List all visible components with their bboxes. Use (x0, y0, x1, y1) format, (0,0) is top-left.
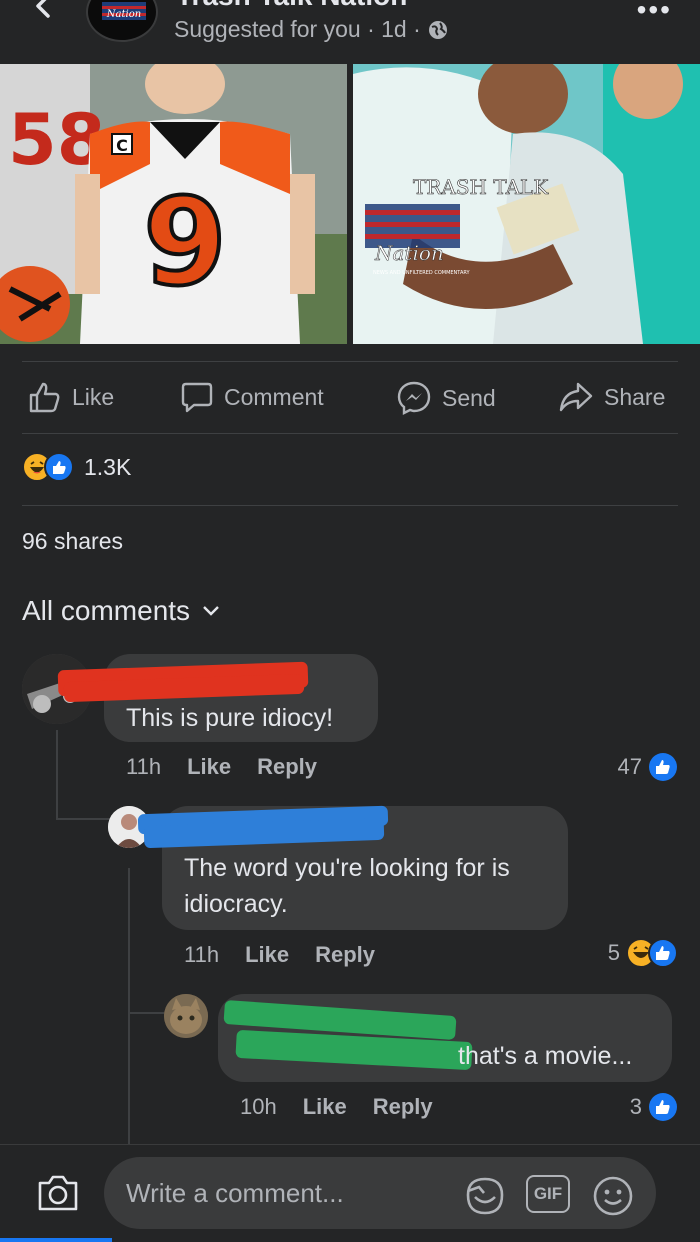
comments-filter-label: All comments (22, 595, 191, 626)
post-header: Nation Trash Talk Nation Suggested for y… (0, 0, 700, 60)
comment-reply-button[interactable]: Reply (257, 754, 317, 780)
post-photos[interactable]: 58 9 C TRASH TALK Nation NEWS AND UNFILT… (0, 64, 700, 344)
like-reaction-icon (649, 753, 677, 781)
comment-time: 11h (184, 942, 220, 967)
divider (22, 433, 678, 434)
player-photo-left: 58 9 C (0, 64, 347, 344)
camera-icon[interactable] (36, 1173, 80, 1213)
reaction-summary[interactable]: 1.3K (22, 452, 131, 482)
comment-input[interactable] (104, 1157, 656, 1229)
avatar-sticker-icon[interactable] (462, 1175, 508, 1217)
comment-bubble-icon (181, 382, 213, 413)
page-logo: Nation (102, 2, 146, 20)
divider (22, 361, 678, 362)
watermark-text: TRASH TALK (413, 175, 549, 199)
more-options-icon[interactable]: ••• (637, 0, 672, 26)
comment-reply-button[interactable]: Reply (373, 1094, 433, 1120)
comment-meta: 11h Like Reply (184, 942, 375, 968)
watermark-text-2: Nation (374, 241, 444, 265)
thread-line (56, 818, 110, 820)
chevron-down-icon (203, 606, 219, 616)
reaction-count: 1.3K (84, 453, 132, 480)
comment-bubble[interactable]: This is pure idiocy! (57, 654, 378, 742)
comment-button[interactable]: Comment (180, 380, 324, 414)
gif-button[interactable]: GIF (526, 1175, 570, 1213)
comment-reactions[interactable]: 5 (608, 938, 678, 968)
comment-like-button[interactable]: Like (187, 754, 231, 780)
post-meta-text: Suggested for you · 1d · (174, 16, 421, 42)
post-meta: Suggested for you · 1d · (174, 16, 449, 43)
svg-text:Nation: Nation (106, 9, 141, 20)
photo-right[interactable]: TRASH TALK Nation NEWS AND UNFILTERED CO… (353, 64, 700, 344)
comment-text: The word you're looking for is idiocracy… (184, 854, 510, 918)
comment-bubble[interactable]: The word you're looking for is idiocracy… (137, 805, 568, 930)
thread-line (128, 868, 130, 1144)
comment-meta: 11h Like Reply (126, 754, 317, 780)
scroll-indicator (0, 1238, 112, 1242)
comment-reaction-count: 5 (607, 940, 620, 965)
comment-meta: 10h Like Reply (240, 1094, 433, 1120)
emoji-icon[interactable] (592, 1175, 634, 1217)
haha-like-reactions-icon (626, 938, 678, 968)
comment-like-button[interactable]: Like (303, 1094, 347, 1120)
divider (22, 505, 678, 506)
jersey-number: 9 (143, 174, 227, 313)
share-count[interactable]: 96 shares (22, 528, 123, 555)
page-name[interactable]: Trash Talk Nation (176, 0, 407, 12)
page-avatar[interactable]: Nation (86, 0, 158, 42)
like-reaction-icon (649, 1093, 677, 1121)
comment-text: that's a movie... (458, 1042, 633, 1070)
watermark-text-3: NEWS AND UNFILTERED COMMENTARY (373, 270, 471, 276)
like-button[interactable]: Like (28, 380, 114, 414)
share-label: Share (604, 383, 666, 410)
comments-filter[interactable]: All comments (22, 595, 220, 627)
comment-label: Comment (224, 383, 324, 410)
player-photo-right: TRASH TALK Nation NEWS AND UNFILTERED CO… (353, 64, 700, 344)
back-arrow-icon[interactable] (28, 0, 58, 24)
comment-text: This is pure idiocy! (126, 704, 334, 732)
gif-label: GIF (533, 1184, 563, 1203)
thread-line (56, 730, 58, 820)
comment-time: 10h (240, 1094, 277, 1119)
post-actions: Like Comment Send Share (0, 372, 700, 424)
avatar[interactable] (164, 994, 208, 1038)
send-label: Send (442, 384, 496, 411)
comment-reactions[interactable]: 3 (630, 1092, 678, 1122)
globe-icon (428, 20, 447, 39)
comment-like-button[interactable]: Like (245, 942, 289, 968)
comment-reaction-count: 3 (629, 1094, 642, 1119)
thumbs-up-icon (29, 382, 60, 413)
comment-reply-button[interactable]: Reply (315, 942, 375, 968)
comment-composer: GIF (0, 1144, 700, 1242)
comment-bubble[interactable]: that's a movie... (218, 994, 672, 1082)
send-button[interactable]: Send (396, 380, 496, 416)
share-arrow-icon (559, 382, 593, 412)
like-reaction-icon (44, 452, 74, 482)
comment-reactions[interactable]: 47 (618, 752, 678, 782)
comment-time: 11h (126, 754, 162, 779)
avatar-image (164, 994, 208, 1038)
like-label: Like (72, 383, 115, 410)
comment-reaction-count: 47 (617, 754, 642, 779)
share-button[interactable]: Share (558, 380, 665, 414)
thread-line (128, 1012, 164, 1014)
messenger-icon (397, 381, 431, 415)
svg-text:C: C (116, 136, 128, 155)
photo-left[interactable]: 58 9 C (0, 64, 347, 344)
